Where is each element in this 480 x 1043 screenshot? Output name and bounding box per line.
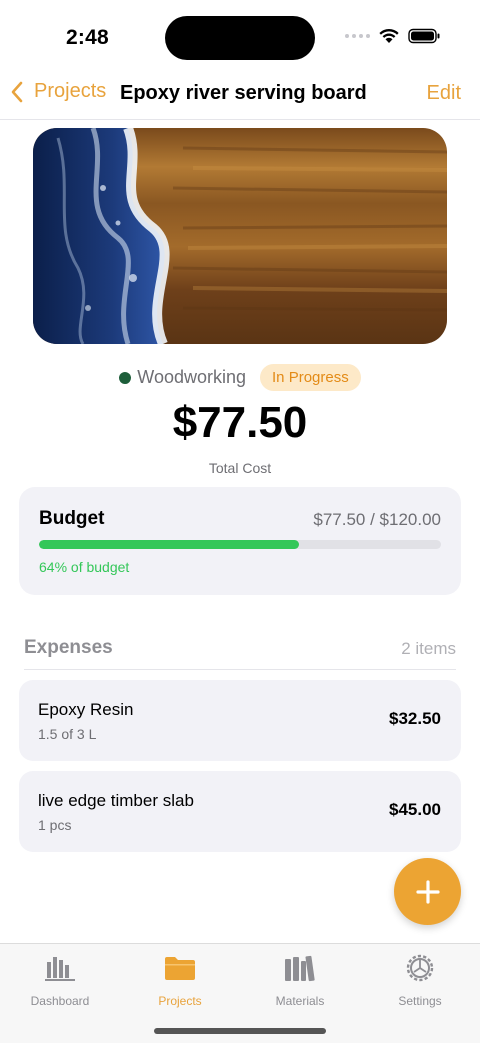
navigation-bar: Projects Epoxy river serving board Edit	[0, 72, 480, 120]
expense-name: Epoxy Resin	[38, 700, 134, 719]
plus-icon	[415, 879, 440, 904]
budget-progress-bar	[39, 540, 441, 549]
gear-icon	[406, 954, 434, 982]
tab-projects[interactable]: Projects	[120, 952, 240, 1012]
category-label: Woodworking	[119, 367, 246, 388]
tab-dashboard[interactable]: Dashboard	[0, 952, 120, 1012]
status-icons	[345, 28, 440, 44]
expense-quantity: 1.5 of 3 L	[38, 726, 97, 742]
project-photo	[33, 128, 447, 344]
status-bar: 2:48	[0, 0, 480, 72]
budget-title: Budget	[39, 508, 105, 529]
expenses-header: Expenses 2 items	[24, 628, 456, 670]
folder-icon	[165, 957, 195, 980]
status-badge: In Progress	[260, 364, 361, 391]
tab-label: Settings	[398, 994, 442, 1008]
expense-quantity: 1 pcs	[38, 817, 72, 833]
battery-icon	[408, 28, 440, 44]
books-icon	[285, 955, 315, 982]
back-button[interactable]: Projects	[10, 80, 106, 103]
expense-item[interactable]: Epoxy Resin 1.5 of 3 L $32.50	[19, 680, 461, 761]
expense-price: $32.50	[389, 709, 441, 728]
serving-board-image	[33, 128, 447, 344]
project-meta: Woodworking In Progress	[0, 364, 480, 391]
bar-chart-icon	[45, 957, 75, 981]
tab-label: Materials	[275, 994, 325, 1008]
category-dot-icon	[119, 371, 132, 384]
add-expense-button[interactable]	[394, 858, 461, 925]
budget-percent: 64% of budget	[39, 559, 130, 575]
budget-values: $77.50 / $120.00	[313, 510, 441, 529]
category-name: Woodworking	[137, 367, 247, 387]
expense-price: $45.00	[389, 800, 441, 819]
total-cost-label: Total Cost	[208, 460, 272, 476]
expense-name: live edge timber slab	[38, 791, 194, 810]
expense-item[interactable]: live edge timber slab 1 pcs $45.00	[19, 771, 461, 852]
tab-label: Dashboard	[30, 994, 90, 1008]
tab-label: Projects	[158, 994, 202, 1008]
edit-button[interactable]: Edit	[427, 82, 461, 105]
status-time: 2:48	[66, 26, 109, 49]
back-label: Projects	[34, 80, 107, 102]
chevron-left-icon	[11, 81, 23, 102]
home-indicator	[154, 1028, 326, 1034]
budget-card: Budget $77.50 / $120.00 64% of budget	[19, 487, 461, 595]
expenses-count: 2 items	[401, 639, 456, 658]
dynamic-island	[165, 16, 315, 60]
expenses-title: Expenses	[24, 637, 113, 658]
tab-materials[interactable]: Materials	[240, 952, 360, 1012]
page-title: Epoxy river serving board	[120, 82, 367, 104]
budget-progress-fill	[39, 540, 299, 549]
wifi-icon	[379, 28, 399, 43]
tab-settings[interactable]: Settings	[360, 952, 480, 1012]
total-cost-amount: $77.50	[172, 398, 308, 447]
tab-bar: Dashboard Projects Materials Settings	[0, 943, 480, 1043]
cellular-signal-icon	[345, 34, 370, 38]
